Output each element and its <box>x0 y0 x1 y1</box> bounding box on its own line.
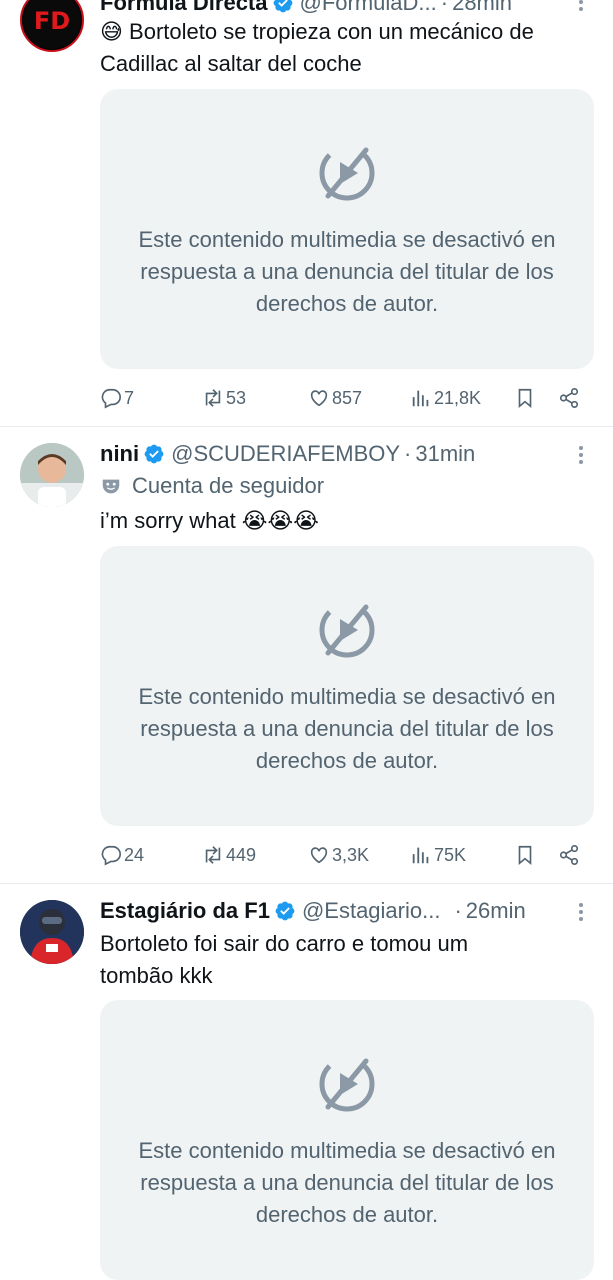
media-disabled-message: Este contenido multimedia se desactivó e… <box>138 1138 556 1227</box>
avatar[interactable] <box>20 900 84 964</box>
more-icon[interactable] <box>571 900 591 924</box>
retweet-button[interactable]: 449 <box>202 840 256 870</box>
action-bar: 24 449 3,3K 75K <box>100 840 594 870</box>
media-disabled-message: Este contenido multimedia se desactivó e… <box>138 684 556 773</box>
author-handle[interactable]: @SCUDERIAFEMBOY <box>171 441 400 467</box>
like-button[interactable]: 3,3K <box>308 840 369 870</box>
views-button[interactable]: 75K <box>410 840 466 870</box>
media-disabled-card[interactable]: Este contenido multimedia se desactivó e… <box>100 546 594 826</box>
views-icon <box>412 390 429 407</box>
media-disabled-icon <box>319 602 375 658</box>
media-disabled-card[interactable]: Este contenido multimedia se desactivó e… <box>100 1000 594 1280</box>
author-name[interactable]: Estagiário da F1 <box>100 898 270 924</box>
reply-icon <box>101 388 121 409</box>
follower-account-text: Cuenta de seguidor <box>132 473 325 498</box>
tweet-text: Bortoleto foi sair do carro e tomou um t… <box>100 931 469 988</box>
timestamp[interactable]: 28min <box>452 0 512 16</box>
tweet-2[interactable]: nini @SCUDERIAFEMBOY · 31min Cuenta de s… <box>0 427 613 882</box>
follower-account-label: Cuenta de seguidor <box>100 471 324 501</box>
views-count: 75K <box>434 844 467 865</box>
action-bar: 7 53 857 21,8K <box>100 383 594 413</box>
tweet-1[interactable]: FD Fórmula Directa @FormulaD... · 28min … <box>0 0 613 425</box>
reply-icon <box>101 845 121 866</box>
reply-count: 7 <box>124 387 135 408</box>
views-count: 21,8K <box>434 387 482 408</box>
tweet-text: 😅 Bortoleto se tropieza con un mecánico … <box>100 19 534 76</box>
retweet-count: 449 <box>226 844 257 865</box>
author-handle[interactable]: @FormulaD... <box>300 0 437 16</box>
author-handle[interactable]: @Estagiario... <box>302 898 441 924</box>
more-icon[interactable] <box>571 443 591 467</box>
verified-badge-icon <box>275 901 295 921</box>
like-icon <box>310 390 328 407</box>
timestamp[interactable]: 26min <box>466 898 526 924</box>
retweet-icon <box>205 846 221 864</box>
avatar[interactable]: FD <box>20 0 84 52</box>
media-disabled-message: Este contenido multimedia se desactivó e… <box>138 227 556 316</box>
separator: · <box>404 441 412 466</box>
avatar[interactable] <box>20 443 84 507</box>
retweet-count: 53 <box>226 387 247 408</box>
share-icon <box>559 845 579 865</box>
bookmark-button[interactable] <box>514 840 536 870</box>
share-button[interactable] <box>558 383 580 413</box>
share-button[interactable] <box>558 840 580 870</box>
separator: · <box>440 0 449 15</box>
separator: · <box>454 898 462 923</box>
reply-button[interactable]: 7 <box>100 383 134 413</box>
views-button[interactable]: 21,8K <box>410 383 481 413</box>
reply-count: 24 <box>124 844 145 865</box>
views-icon <box>412 847 429 864</box>
retweet-button[interactable]: 53 <box>202 383 246 413</box>
author-name[interactable]: nini <box>100 441 139 467</box>
tweet-text: i’m sorry what 😭😭😭 <box>100 508 319 533</box>
bookmark-button[interactable] <box>514 383 536 413</box>
verified-badge-icon <box>273 0 292 13</box>
share-icon <box>559 388 579 408</box>
mask-icon <box>102 479 120 494</box>
like-count: 857 <box>332 387 363 408</box>
tweet-3[interactable]: Estagiário da F1 @Estagiario... · 26min … <box>0 884 613 1280</box>
bookmark-icon <box>518 845 532 866</box>
media-disabled-icon <box>319 145 375 201</box>
reply-button[interactable]: 24 <box>100 840 144 870</box>
media-disabled-icon <box>319 1056 375 1112</box>
like-icon <box>310 847 328 864</box>
author-name[interactable]: Fórmula Directa <box>100 0 268 16</box>
more-icon[interactable] <box>571 0 591 14</box>
avatar-initials: FD <box>34 7 70 35</box>
timestamp[interactable]: 31min <box>415 441 475 467</box>
like-button[interactable]: 857 <box>308 383 362 413</box>
media-disabled-card[interactable]: Este contenido multimedia se desactivó e… <box>100 89 594 369</box>
bookmark-icon <box>518 388 532 409</box>
like-count: 3,3K <box>332 844 370 865</box>
retweet-icon <box>205 389 221 407</box>
verified-badge-icon <box>144 444 164 464</box>
